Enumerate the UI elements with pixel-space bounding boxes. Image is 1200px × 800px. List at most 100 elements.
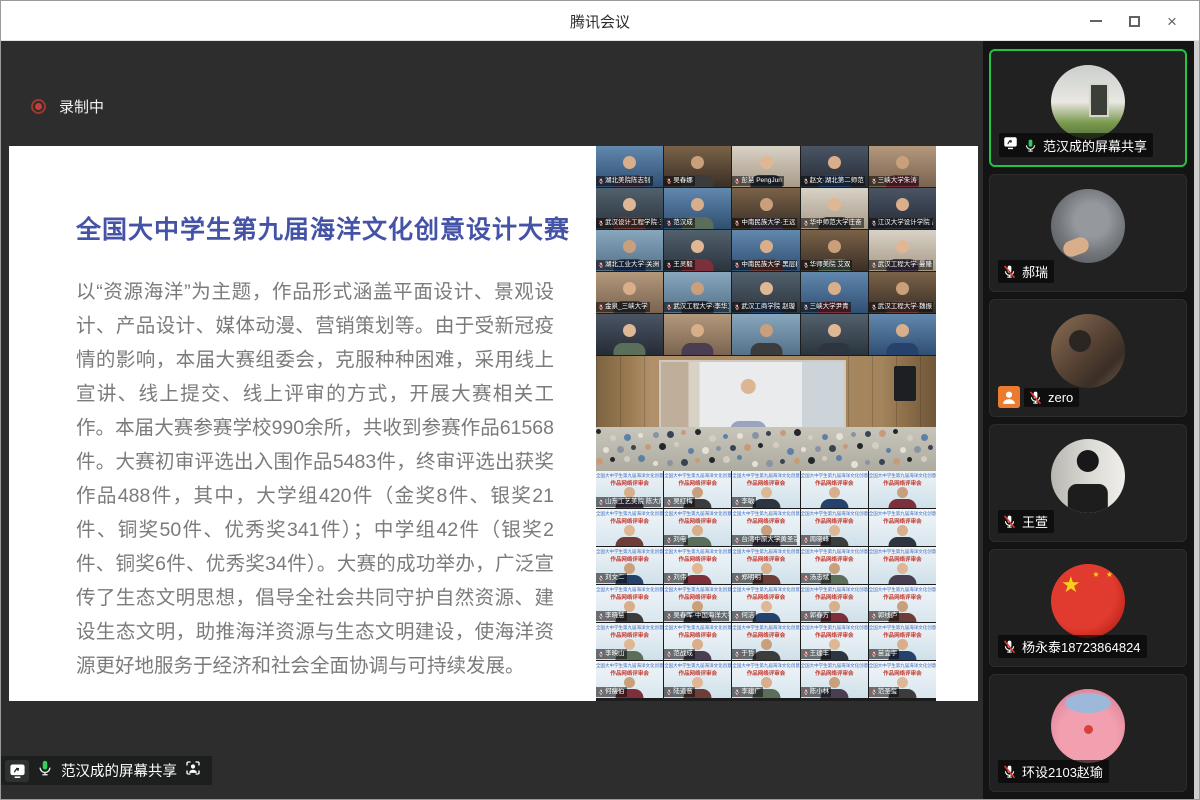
remote-video-tile: 全国大中学生第九届海洋文化创意设计大赛 作品网络评审会 陈小林 [801,661,868,698]
mic-muted-icon [803,651,809,657]
mic-muted-icon [598,575,604,581]
participant-name-chip: 环设2103赵瑜 [998,760,1109,783]
tile-name-chip: 何洁 [732,611,756,621]
tile-name-chip: 王灵毅 [664,260,695,270]
titlebar[interactable]: 腾讯会议 × [1,1,1199,41]
mic-muted-icon [871,651,877,657]
tile-name: 郑明明 [741,574,761,582]
tile-name-chip: 李建广 [732,687,763,697]
tile-name-chip: 吴春晖·中国海洋大学 [664,611,729,621]
mic-muted-icon [598,689,604,695]
tile-name: 华中师范大学庄奋 [810,219,862,227]
remote-video-tile: 全国大中学生第九届海洋文化创意设计大赛 作品网络评审会 陆道意 [664,661,731,698]
mic-muted-icon [734,575,740,581]
tile-name: 周晓峰 [810,536,830,544]
remote-video-tile: 全国大中学生第九届海洋文化创意设计大赛 作品网络评审会 山东工艺美院 陈大雨 [596,471,663,508]
avatar [1051,689,1125,763]
participant-name-chip: 郝瑞 [998,260,1054,283]
mic-muted-icon [598,304,604,310]
tile-name: 苗宜宇 [878,650,898,658]
remote-video-tile: 全国大中学生第九届海洋文化创意设计大赛 作品网络评审会 [869,547,936,584]
remote-video-tile: 全国大中学生第九届海洋文化创意设计大赛 作品网络评审会 苗宜宇 [869,623,936,660]
tile-name-chip: 山东工艺美院 陈大雨 [596,497,661,507]
participant-tile[interactable]: 郝瑞 [989,174,1187,292]
remote-video-tile: 赵文·湖北第二师范 [801,146,868,187]
tile-name: 刘文二 [605,574,625,582]
tile-name: 李敏 [741,498,754,506]
gallery-grid-top: 湖北美院陈志钊 吴春娜 彭慧 PengJun 赵文·湖北第二师范 [596,146,936,356]
shared-screen-stage: 录制中 全国大中学生第九届海洋文化创意设计大赛 以“资源海洋”为主题，作品形式涵… [1,41,983,799]
tile-name: 武汉工程大学·李华卫 [673,303,729,311]
person-figure [811,478,858,508]
tile-name-chip: 郭春方 [801,611,832,621]
remote-video-tile: 全国大中学生第九届海洋文化创意设计大赛 作品网络评审会 [869,471,936,508]
participant-tile[interactable]: 范汉成的屏幕共享 [989,49,1187,167]
remote-video-tile: 全国大中学生第九届海洋文化创意设计大赛 作品网络评审会 刘文二 [596,547,663,584]
remote-video-tile: 全国大中学生第九届海洋文化创意设计大赛 作品网络评审会 [801,471,868,508]
tile-name-chip: 陆道意 [664,687,695,697]
participant-label-row: 王萱 [998,510,1054,533]
tile-name: 何瘦伯 [605,688,625,696]
tile-name: 范汉成 [673,219,693,227]
tile-name-chip: 陈小林 [801,687,832,697]
tile-name-chip: 湖北工业大学·关洲 [596,260,661,270]
remote-gallery-collage: 湖北美院陈志钊 吴春娜 彭慧 PengJun 赵文·湖北第二师范 [596,146,936,701]
participant-name: 范汉成的屏幕共享 [1043,136,1147,155]
remote-video-tile: 全国大中学生第九届海洋文化创意设计大赛 作品网络评审会 [596,509,663,546]
mic-muted-icon [666,537,672,543]
tile-name-chip: 中南民族大学 黑层群 [732,260,797,270]
tile-name-chip: 刘伟 [664,573,688,583]
participant-tile[interactable]: zero [989,299,1187,417]
mic-muted-icon [803,262,809,268]
remote-video-tile: 金泉_三峡大学 [596,272,663,313]
mic-muted-icon [803,220,809,226]
mic-muted-icon [734,689,740,695]
remote-video-tile: 全国大中学生第九届海洋文化创意设计大赛 作品网络评审会 吴春晖·中国海洋大学 [664,585,731,622]
screen-share-banner[interactable]: 范汉成的屏幕共享 [1,756,212,785]
recording-label: 录制中 [59,96,104,117]
tile-name: 赵文·湖北第二师范 [810,177,864,185]
minimize-button[interactable] [1077,5,1115,37]
tile-name-chip: 武汉工商学院 赵璇 [732,302,797,312]
person-figure [879,322,926,355]
participant-name: 郝瑞 [1022,262,1048,281]
tile-name-chip: 苗宜宇 [869,649,900,659]
sidebar-scrollbar[interactable] [1194,41,1199,799]
participant-tile[interactable]: 杨永泰18723864824 [989,549,1187,667]
maximize-icon [1129,16,1140,27]
participant-label-row: 郝瑞 [998,260,1054,283]
mic-muted-icon [598,220,604,226]
remote-video-tile: 江汉大学设计学院 卢 [869,188,936,229]
mic-muted-icon [666,651,672,657]
mic-on-icon [1023,138,1038,153]
tile-name-chip: 郑明明 [732,573,763,583]
remote-video-tile [664,314,731,355]
mic-on-icon [36,759,54,782]
recording-indicator[interactable]: 录制中 [31,96,104,117]
tile-name: 武汉工商学院 赵璇 [741,303,795,311]
participant-name-chip: 杨永泰18723864824 [998,635,1147,658]
close-button[interactable]: × [1153,5,1191,37]
tile-name: 于哲 [741,650,754,658]
tile-name: 陈小林 [810,688,830,696]
tile-name-chip: 金泉_三峡大学 [596,302,650,312]
tile-name-chip: 华中师范大学庄奋 [801,218,864,228]
remote-video-tile: 武汉工程大学·曼隆 [869,230,936,271]
avatar [1051,314,1125,388]
person-figure [879,516,926,546]
remote-video-tile: 全国大中学生第九届海洋文化创意设计大赛 作品网络评审会 台湾中原大学黄圣宗 [732,509,799,546]
participant-tile[interactable]: 王萱 [989,424,1187,542]
tile-name-chip: 武汉工程大学·魏振 [869,302,934,312]
mic-muted-icon [1002,639,1017,654]
participant-tile[interactable]: 环设2103赵瑜 [989,674,1187,792]
mic-muted-icon [871,304,877,310]
remote-video-tile: 武汉工程大学·李华卫 [664,272,731,313]
tile-name: 山东工艺美院 陈大雨 [605,498,661,506]
tile-name: 湖北美院陈志钊 [605,177,651,185]
maximize-button[interactable] [1115,5,1153,37]
remote-video-tile: 中南民族大学 黑层群 [732,230,799,271]
remote-video-tile: 华中师范大学庄奋 [801,188,868,229]
mic-muted-icon [734,613,740,619]
remote-video-tile: 全国大中学生第九届海洋文化创意设计大赛 作品网络评审会 刘伟 [664,547,731,584]
recording-dot-icon [31,99,46,114]
